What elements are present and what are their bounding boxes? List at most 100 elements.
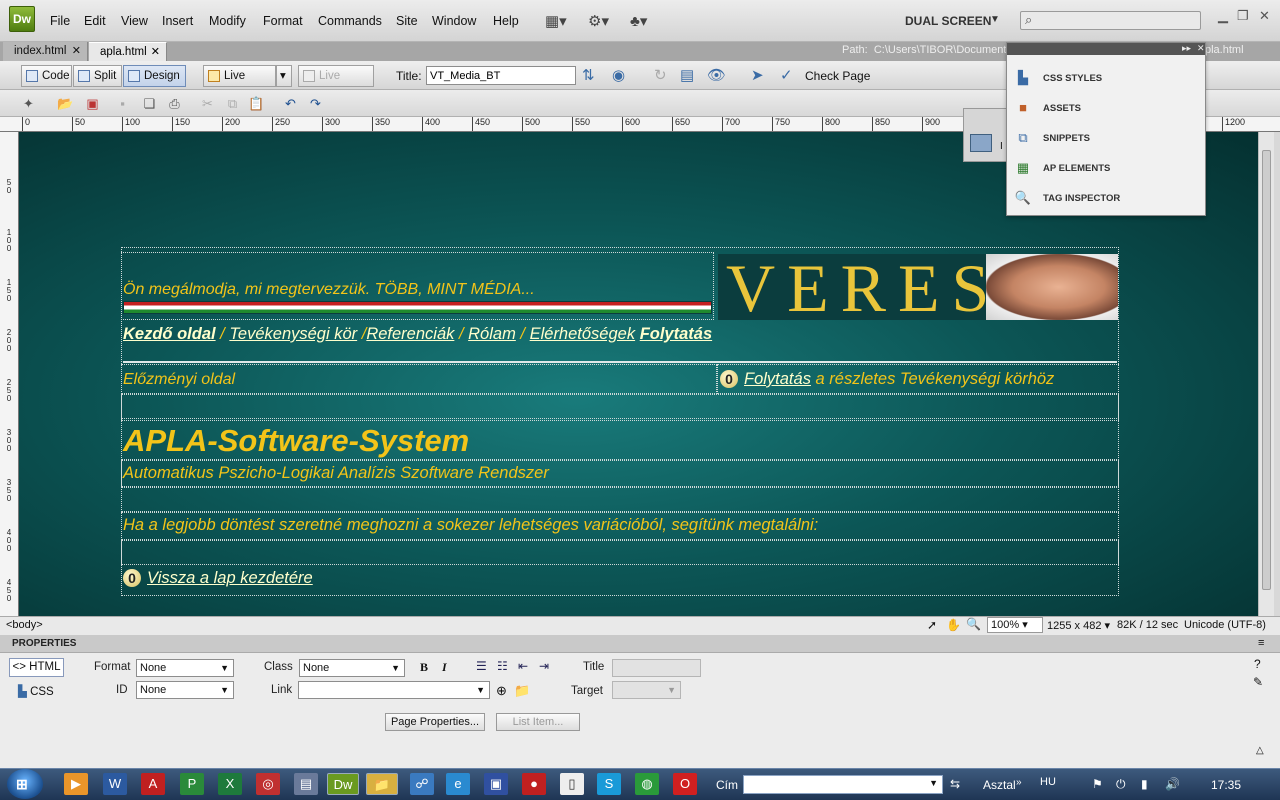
pdf-icon[interactable]: A	[141, 773, 165, 795]
go-icon[interactable]: ⇆	[950, 777, 960, 791]
panel-menu-icon[interactable]: ≡	[1258, 637, 1264, 649]
nav-link-contact[interactable]: Elérhetőségek	[530, 325, 636, 343]
window-size-select[interactable]: 1255 x 482 ▾	[1047, 619, 1110, 632]
close-icon[interactable]: ✕	[1197, 43, 1205, 54]
close-icon[interactable]: ✕	[72, 42, 81, 60]
properties-header[interactable]: PROPERTIES	[0, 635, 1280, 653]
address-input[interactable]: ▼	[743, 775, 943, 794]
ordered-list-icon[interactable]: ☷	[497, 659, 508, 673]
quick-tag-editor-icon[interactable]: ✎	[1253, 675, 1263, 689]
help-search-input[interactable]: ⌕	[1020, 11, 1201, 30]
save-icon[interactable]: ▣	[484, 773, 508, 795]
zoom-select[interactable]: 100% ▾	[987, 617, 1043, 633]
help-icon[interactable]: ?	[1254, 657, 1261, 671]
link-input[interactable]: ▼	[298, 681, 490, 699]
html-mode-button[interactable]: <> HTML	[9, 658, 64, 677]
save-icon[interactable]: ▪	[114, 95, 131, 112]
split-view-button[interactable]: Split	[73, 65, 122, 87]
language-indicator[interactable]: HU	[1040, 776, 1056, 788]
preview-browser-icon[interactable]: ◉	[612, 66, 625, 84]
nav-link-home[interactable]: Kezdő oldal	[123, 325, 216, 343]
volume-tray-icon[interactable]: 🔊	[1165, 777, 1180, 791]
skype-icon[interactable]: S	[597, 773, 621, 795]
check-page-button[interactable]: Check Page	[805, 69, 870, 83]
outdent-icon[interactable]: ⇤	[518, 659, 528, 673]
tab-apla-html[interactable]: apla.html ✕	[89, 42, 167, 61]
desktop-toolbar[interactable]: Asztal	[983, 778, 1016, 792]
back-to-top-link[interactable]: Vissza a lap kezdetére	[147, 569, 313, 587]
menu-insert[interactable]: Insert	[162, 14, 193, 28]
menu-format[interactable]: Format	[263, 14, 303, 28]
close-icon[interactable]: ✕	[151, 43, 160, 61]
zoom-tool-icon[interactable]: 🔍	[966, 617, 981, 631]
start-button[interactable]: ⊞	[7, 769, 43, 799]
nav-link-about[interactable]: Rólam	[468, 325, 516, 343]
calculator-icon[interactable]: ▤	[294, 773, 318, 795]
check-page-icon[interactable]: ✓	[780, 66, 793, 84]
tab-index-html[interactable]: index.html ✕	[3, 42, 88, 61]
close-icon[interactable]: ✕	[1259, 8, 1270, 24]
print-icon[interactable]: ⎙	[166, 95, 183, 112]
indent-icon[interactable]: ⇥	[539, 659, 549, 673]
panel-group-header[interactable]: ▸▸ ✕	[1007, 43, 1205, 55]
scrollbar-thumb[interactable]	[1262, 150, 1271, 590]
menu-help[interactable]: Help	[493, 14, 519, 28]
network-tray-icon[interactable]: ▮	[1141, 777, 1148, 791]
nav-link-continue[interactable]: Folytatás	[640, 325, 712, 343]
gear-icon[interactable]: ⚙▾	[588, 12, 609, 30]
explorer-icon[interactable]: 📁	[366, 773, 398, 795]
refresh-icon[interactable]: ↻	[654, 66, 667, 84]
code-view-button[interactable]: Code	[21, 65, 72, 87]
redo-icon[interactable]: ↷	[307, 95, 324, 112]
chevron-down-icon[interactable]: ▼	[990, 14, 1000, 25]
visual-aids-icon[interactable]: 👁	[707, 66, 726, 84]
menu-window[interactable]: Window	[432, 14, 476, 28]
open-folder-icon[interactable]: 📂	[57, 95, 74, 112]
point-to-file-icon[interactable]: ⊕	[496, 683, 507, 699]
live-view-options-dropdown[interactable]: ▾	[276, 65, 292, 87]
excel-icon[interactable]: X	[218, 773, 242, 795]
browse-bridge-icon[interactable]: ▣	[84, 95, 101, 112]
opera-doc-icon[interactable]: ◎	[256, 773, 280, 795]
collapse-icon[interactable]: △	[1256, 745, 1264, 756]
view-options-icon[interactable]: ▤	[680, 66, 694, 84]
insert-panel-collapsed[interactable]: I	[963, 108, 1007, 162]
validate-icon[interactable]: ➤	[751, 66, 764, 84]
page-title-input[interactable]	[426, 66, 576, 85]
network-icon[interactable]: ☍	[410, 773, 434, 795]
paste-icon[interactable]: 📋	[248, 95, 265, 112]
panel-assets[interactable]: ■ ASSETS	[1007, 94, 1205, 124]
select-tool-icon[interactable]: ➚	[927, 618, 937, 632]
internet-explorer-icon[interactable]: e	[446, 773, 470, 795]
class-select[interactable]: None ▼	[299, 659, 405, 677]
nav-link-activity[interactable]: Tevékenységi kör	[229, 325, 357, 343]
tag-selector-body[interactable]: <body>	[6, 619, 43, 631]
chat-icon[interactable]: ◍	[635, 773, 659, 795]
panel-tag-inspector[interactable]: 🔍 TAG INSPECTOR	[1007, 184, 1205, 214]
css-mode-button[interactable]: ▙ CSS	[18, 684, 54, 698]
opera-icon[interactable]: O	[673, 773, 697, 795]
undo-icon[interactable]: ↶	[282, 95, 299, 112]
live-view-button[interactable]: Live View	[203, 65, 276, 102]
nav-link-references[interactable]: Referenciák	[366, 325, 454, 343]
italic-button[interactable]: I	[442, 660, 447, 675]
publisher-icon[interactable]: P	[180, 773, 204, 795]
id-select[interactable]: None ▼	[136, 681, 234, 699]
record-icon[interactable]: ●	[522, 773, 546, 795]
flag-tray-icon[interactable]: ⚑	[1092, 777, 1103, 791]
word-icon[interactable]: W	[103, 773, 127, 795]
hand-tool-icon[interactable]: ✋	[946, 618, 961, 632]
site-tree-icon[interactable]: ♣▾	[630, 12, 647, 30]
document-icon[interactable]: ▯	[560, 773, 584, 795]
page-properties-button[interactable]: Page Properties...	[385, 713, 485, 731]
power-tray-icon[interactable]: ⏻	[1116, 777, 1126, 792]
vertical-scrollbar[interactable]	[1258, 132, 1274, 616]
menu-commands[interactable]: Commands	[318, 14, 382, 28]
save-all-icon[interactable]: ❏	[141, 95, 158, 112]
dreamweaver-icon[interactable]: Dw	[327, 773, 359, 795]
workspace-switcher[interactable]: DUAL SCREEN	[905, 14, 991, 28]
unordered-list-icon[interactable]: ☰	[476, 659, 487, 673]
file-transfer-icon[interactable]: ⇅	[582, 66, 595, 84]
new-file-icon[interactable]: ✦	[20, 95, 37, 112]
panel-css-styles[interactable]: ▙ CSS STYLES	[1007, 64, 1205, 94]
